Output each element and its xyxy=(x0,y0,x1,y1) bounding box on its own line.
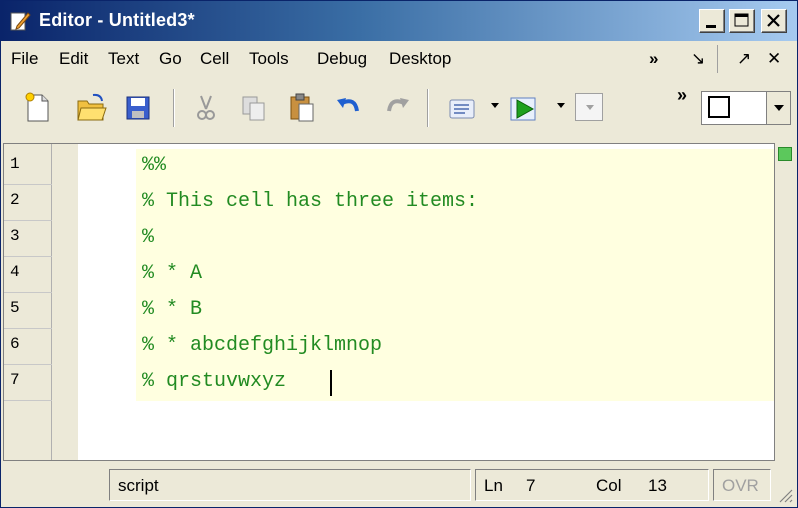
menu-text[interactable]: Text xyxy=(108,49,139,69)
save-button[interactable] xyxy=(121,91,155,125)
close-icon xyxy=(767,14,780,27)
redo-button[interactable] xyxy=(379,91,413,125)
redo-icon xyxy=(387,98,409,112)
disabled-combo xyxy=(575,93,603,121)
code-line[interactable]: % xyxy=(142,226,154,249)
menu-cell[interactable]: Cell xyxy=(200,49,229,69)
line-number: 7 xyxy=(10,371,20,389)
menu-desktop[interactable]: Desktop xyxy=(389,49,451,69)
gutter-line: 6 xyxy=(4,329,52,365)
scissors-icon xyxy=(197,95,215,120)
cell-highlight xyxy=(136,149,774,401)
line-value: 7 xyxy=(526,476,536,495)
gutter-line: 4 xyxy=(4,257,52,293)
cell-mode-button[interactable] xyxy=(445,91,479,125)
menu-bar: File Edit Text Go Cell Tools Debug Deskt… xyxy=(1,41,797,77)
cursor-position: Ln 7 Col 13 xyxy=(475,469,709,501)
column-value: 13 xyxy=(648,476,667,495)
code-folding-column[interactable] xyxy=(52,144,78,460)
gutter-line: 3 xyxy=(4,221,52,257)
line-number: 3 xyxy=(10,227,20,245)
new-file-button[interactable] xyxy=(21,91,55,125)
gutter-line: 7 xyxy=(4,365,52,401)
menu-more-icon[interactable]: » xyxy=(649,49,658,69)
copy-button[interactable] xyxy=(237,91,271,125)
open-file-button[interactable] xyxy=(75,91,109,125)
gutter-line: 5 xyxy=(4,293,52,329)
line-number: 2 xyxy=(10,191,20,209)
overwrite-indicator: OVR xyxy=(713,469,771,501)
overwrite-label: OVR xyxy=(722,476,759,495)
paste-button[interactable] xyxy=(285,91,319,125)
window-title: Editor - Untitled3* xyxy=(39,10,195,30)
editor-pencil-icon xyxy=(10,12,31,31)
maximize-icon xyxy=(734,13,749,27)
menu-edit[interactable]: Edit xyxy=(59,49,88,69)
close-button[interactable] xyxy=(761,9,787,33)
new-file-icon xyxy=(25,92,49,122)
dock-icon[interactable]: ↘ xyxy=(691,49,705,69)
line-number: 1 xyxy=(10,155,20,173)
menu-file[interactable]: File xyxy=(11,49,38,69)
run-dropdown-icon[interactable] xyxy=(557,103,565,108)
layout-dropdown-button[interactable] xyxy=(766,92,790,124)
close-document-icon[interactable]: ✕ xyxy=(767,49,781,69)
code-line[interactable]: % * abcdefghijklmnop xyxy=(142,334,382,357)
cell-mode-dropdown-icon[interactable] xyxy=(491,103,499,108)
line-label: Ln xyxy=(484,476,503,495)
code-line[interactable]: % This cell has three items: xyxy=(142,190,478,213)
combo-arrow-icon xyxy=(586,105,594,110)
toolbar-overflow-icon[interactable]: » xyxy=(677,85,687,106)
menu-tools[interactable]: Tools xyxy=(249,49,289,69)
right-margin-bar xyxy=(775,143,797,461)
code-editor[interactable]: 1 2 3 4 5 6 7 %% % This cell has three i… xyxy=(3,143,775,461)
line-number: 5 xyxy=(10,299,20,317)
cut-button[interactable] xyxy=(189,91,223,125)
single-pane-icon xyxy=(708,96,730,118)
layout-selector[interactable] xyxy=(701,91,791,125)
open-folder-icon xyxy=(77,93,107,121)
minimize-button[interactable] xyxy=(699,9,725,33)
maximize-button[interactable] xyxy=(729,9,755,33)
code-analyzer-status-icon[interactable] xyxy=(778,147,792,161)
code-line[interactable]: % * B xyxy=(142,298,202,321)
save-disk-icon xyxy=(126,96,150,120)
editor-window: Editor - Untitled3* File Edit Text Go Ce… xyxy=(0,0,798,508)
title-bar[interactable]: Editor - Untitled3* xyxy=(1,1,797,41)
text-caret xyxy=(330,370,332,396)
column-label: Col xyxy=(596,476,622,495)
cell-mode-icon xyxy=(449,99,475,119)
toolbar: » xyxy=(1,77,797,143)
undo-icon xyxy=(337,98,359,112)
code-line[interactable]: % qrstuvwxyz xyxy=(142,370,286,393)
undo-button[interactable] xyxy=(333,91,367,125)
undock-icon[interactable]: ↗ xyxy=(737,49,751,69)
menu-go[interactable]: Go xyxy=(159,49,182,69)
gutter-line: 2 xyxy=(4,185,52,221)
chevron-down-icon xyxy=(774,105,784,111)
toolbar-separator xyxy=(427,89,429,127)
status-bar: script Ln 7 Col 13 OVR xyxy=(1,463,797,507)
gutter-line: 1 xyxy=(4,149,52,185)
menu-debug[interactable]: Debug xyxy=(317,49,367,69)
run-button[interactable] xyxy=(507,91,541,125)
minimize-icon xyxy=(706,25,716,28)
copy-icon xyxy=(242,96,265,121)
code-line[interactable]: % * A xyxy=(142,262,202,285)
paste-clipboard-icon xyxy=(290,93,314,122)
resize-grip-icon[interactable] xyxy=(777,487,793,503)
line-number: 6 xyxy=(10,335,20,353)
status-mode: script xyxy=(109,469,471,501)
run-play-icon xyxy=(510,97,536,121)
line-number: 4 xyxy=(10,263,20,281)
menu-separator xyxy=(717,45,718,73)
code-line[interactable]: %% xyxy=(142,154,166,177)
toolbar-separator xyxy=(173,89,175,127)
status-mode-text: script xyxy=(118,476,159,495)
line-number-gutter: 1 2 3 4 5 6 7 xyxy=(4,144,52,460)
